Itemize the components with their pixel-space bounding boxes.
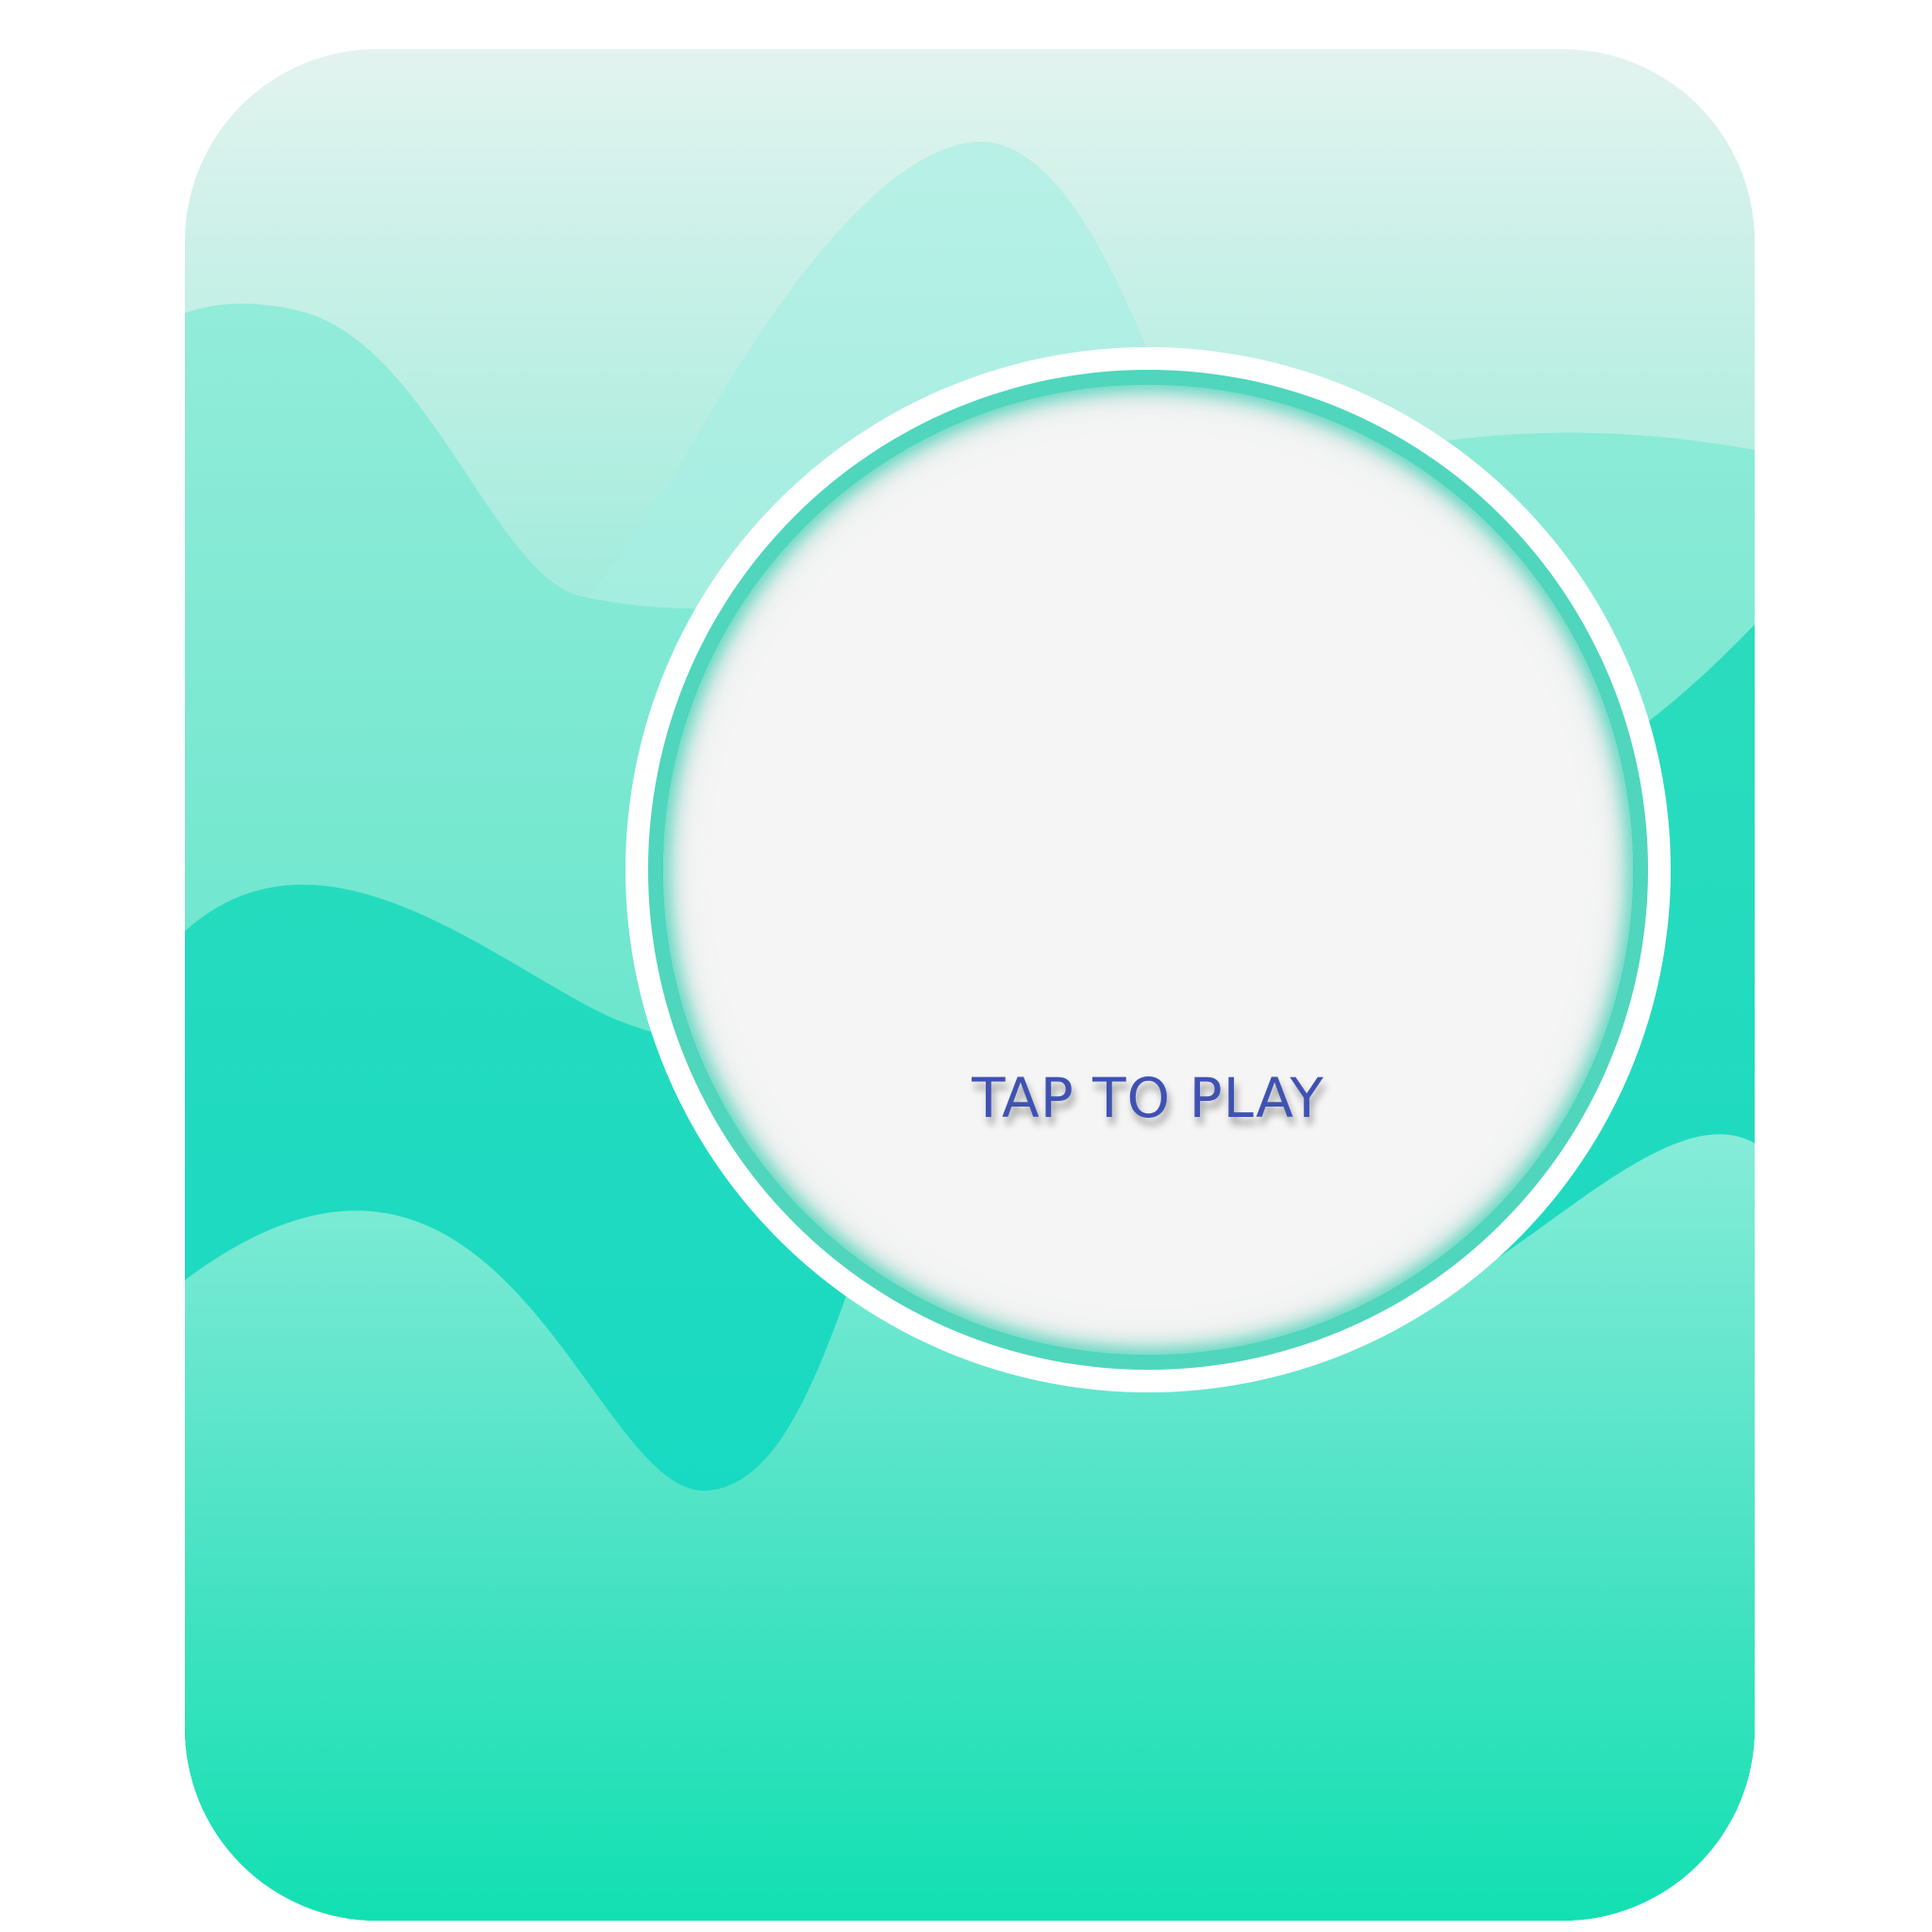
tap-to-play-label: TAP TO PLAY	[972, 1066, 1324, 1130]
game-screen: TAP TO PLAY	[0, 0, 1932, 1932]
game-card: TAP TO PLAY	[185, 49, 1755, 1921]
tap-to-play-button[interactable]: TAP TO PLAY	[663, 385, 1633, 1355]
